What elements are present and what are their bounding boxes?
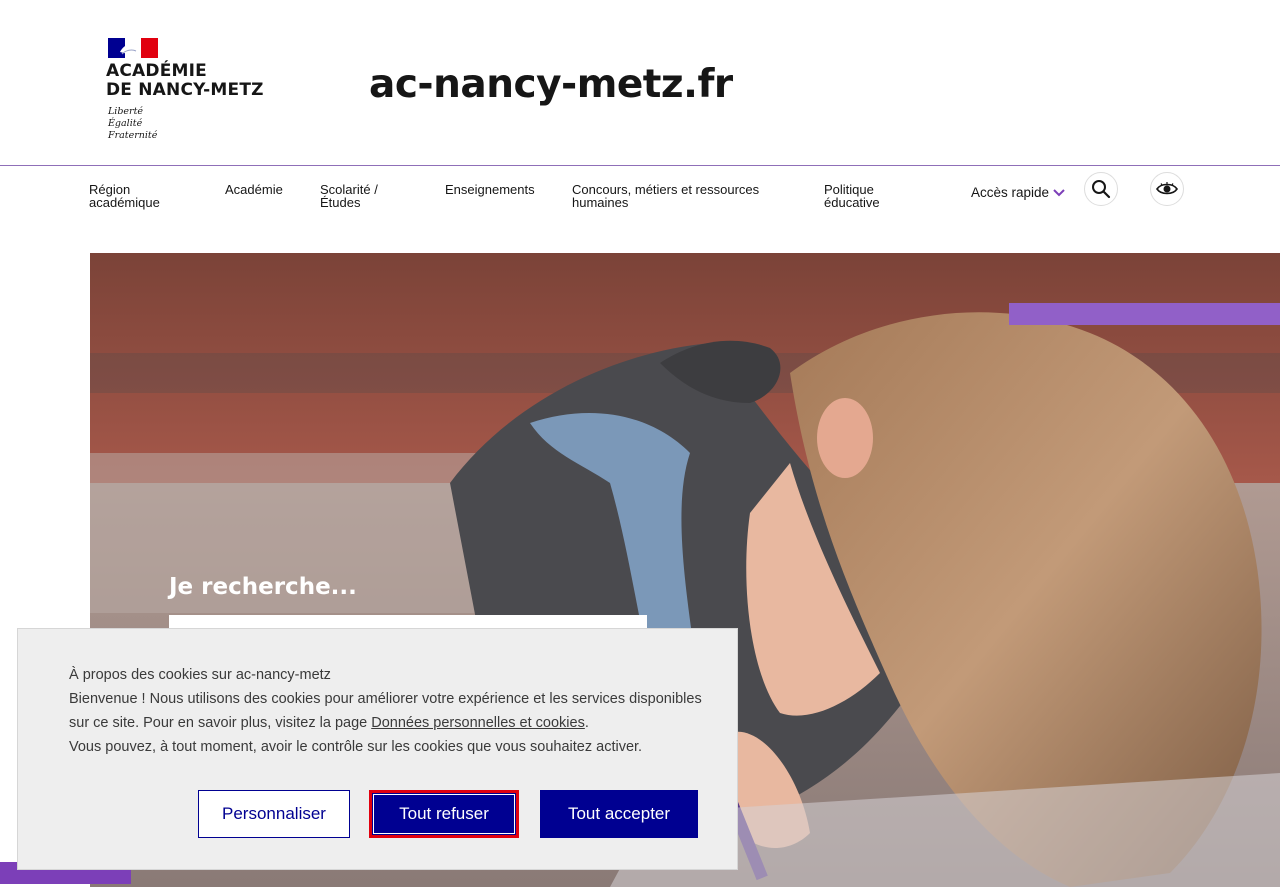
- republic-motto: Liberté Égalité Fraternité: [108, 106, 158, 141]
- cookie-consent-panel: À propos des cookies sur ac-nancy-metz B…: [17, 628, 738, 870]
- accessibility-button[interactable]: [1150, 172, 1184, 206]
- academy-logo[interactable]: ACADÉMIE DE NANCY-METZ Liberté Égalité F…: [106, 36, 286, 146]
- cookie-text: À propos des cookies sur ac-nancy-metz B…: [69, 663, 709, 759]
- cookie-policy-link[interactable]: Données personnelles et cookies: [371, 715, 585, 731]
- cookie-title: À propos des cookies sur ac-nancy-metz: [69, 667, 331, 683]
- decorative-accent-bar: [1009, 303, 1280, 325]
- quick-access-dropdown[interactable]: Accès rapide: [971, 185, 1065, 200]
- nav-item-academie[interactable]: Académie: [225, 183, 283, 196]
- eye-icon: [1156, 182, 1178, 195]
- customize-cookies-button[interactable]: Personnaliser: [198, 790, 350, 838]
- quick-access-label: Accès rapide: [971, 185, 1050, 200]
- marianne-flag-icon: [108, 38, 158, 58]
- site-title[interactable]: ac-nancy-metz.fr: [369, 62, 733, 107]
- nav-item-enseignements[interactable]: Enseignements: [445, 183, 535, 196]
- accept-all-button[interactable]: Tout accepter: [540, 790, 698, 838]
- nav-item-region[interactable]: Région académique: [89, 183, 160, 209]
- search-button[interactable]: [1084, 172, 1118, 206]
- main-navigation: Région académique Académie Scolarité / Étu…: [0, 166, 1280, 226]
- nav-item-politique[interactable]: Politique éducative: [824, 183, 880, 209]
- refuse-all-button[interactable]: Tout refuser: [369, 790, 519, 838]
- cookie-control-text: Vous pouvez, à tout moment, avoir le con…: [69, 739, 643, 755]
- search-icon: [1092, 180, 1111, 199]
- chevron-down-icon: [1053, 188, 1065, 196]
- nav-item-scolarite[interactable]: Scolarité / Études: [320, 183, 378, 209]
- hero-search-label: Je recherche...: [169, 574, 357, 600]
- academy-name: ACADÉMIE DE NANCY-METZ: [106, 61, 264, 100]
- nav-item-concours[interactable]: Concours, métiers et ressources humaines: [572, 183, 759, 209]
